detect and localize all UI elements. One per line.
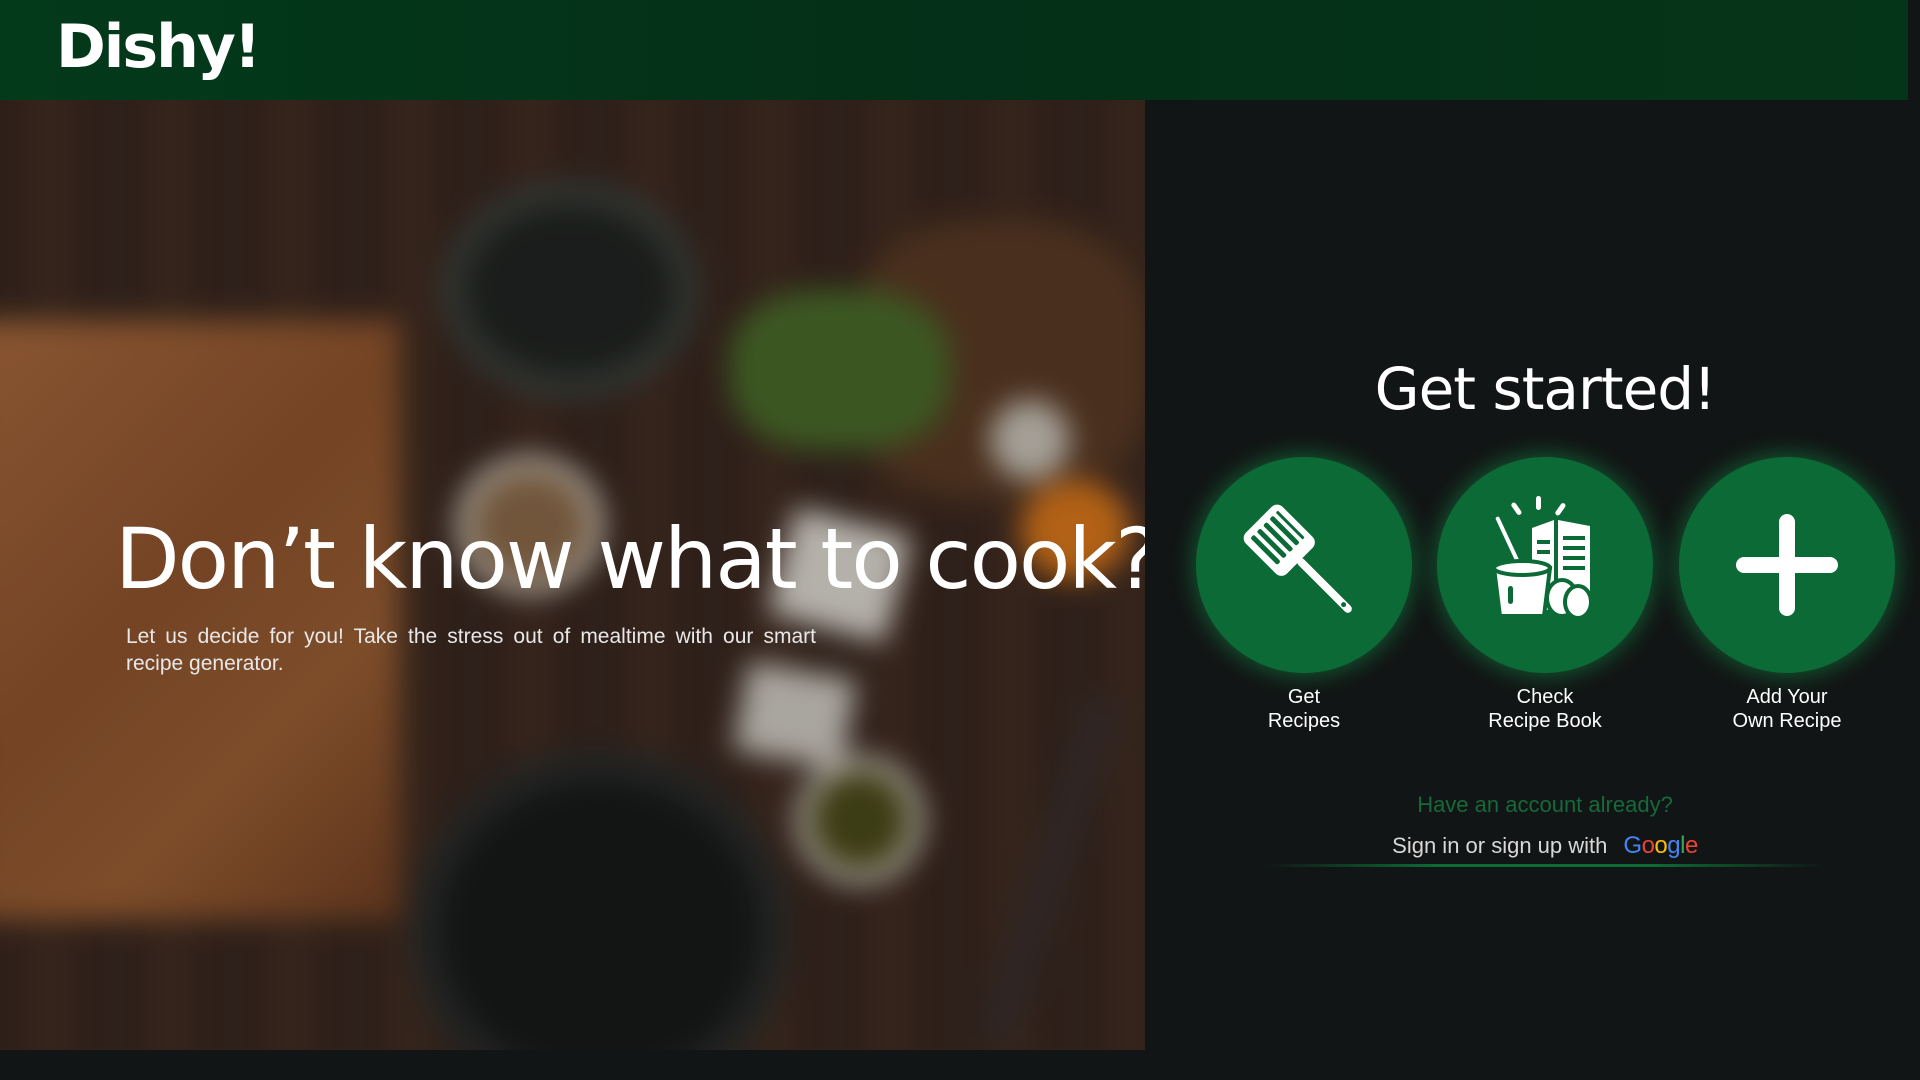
check-recipe-book-label: Check Recipe Book bbox=[1488, 686, 1602, 732]
add-own-recipe-label: Add Your Own Recipe bbox=[1732, 686, 1842, 732]
hero-subtitle: Let us decide for you! Take the stress o… bbox=[126, 625, 816, 675]
spatula-icon bbox=[1243, 504, 1352, 613]
plus-icon bbox=[1736, 514, 1838, 616]
get-recipes-circle[interactable] bbox=[1196, 457, 1412, 673]
brand-logo[interactable]: Dishy! bbox=[56, 12, 261, 82]
get-recipes-label: Get Recipes bbox=[1267, 686, 1341, 732]
get-started-title: Get started! bbox=[1374, 355, 1717, 423]
hero-section: Don’t know what to cook? Let us decide f… bbox=[0, 100, 1145, 1050]
add-own-recipe-circle[interactable] bbox=[1679, 457, 1895, 673]
account-prompt: Have an account already? bbox=[1417, 792, 1673, 817]
signin-underline bbox=[1265, 864, 1825, 867]
add-own-recipe-button[interactable]: Add Your Own Recipe bbox=[1679, 457, 1895, 733]
signin-text: Sign in or sign up with bbox=[1392, 833, 1608, 858]
check-recipe-book-button[interactable]: Check Recipe Book bbox=[1437, 457, 1653, 733]
google-logo: Google bbox=[1623, 832, 1698, 859]
google-signin-link[interactable]: Sign in or sign up with Google bbox=[1145, 832, 1920, 860]
check-recipe-book-circle[interactable] bbox=[1437, 457, 1653, 673]
get-recipes-button[interactable]: Get Recipes bbox=[1196, 457, 1412, 733]
hero-title: Don’t know what to cook? bbox=[115, 510, 1145, 608]
top-bar: Dishy! bbox=[0, 0, 1908, 100]
recipe-book-icon bbox=[1491, 496, 1593, 620]
